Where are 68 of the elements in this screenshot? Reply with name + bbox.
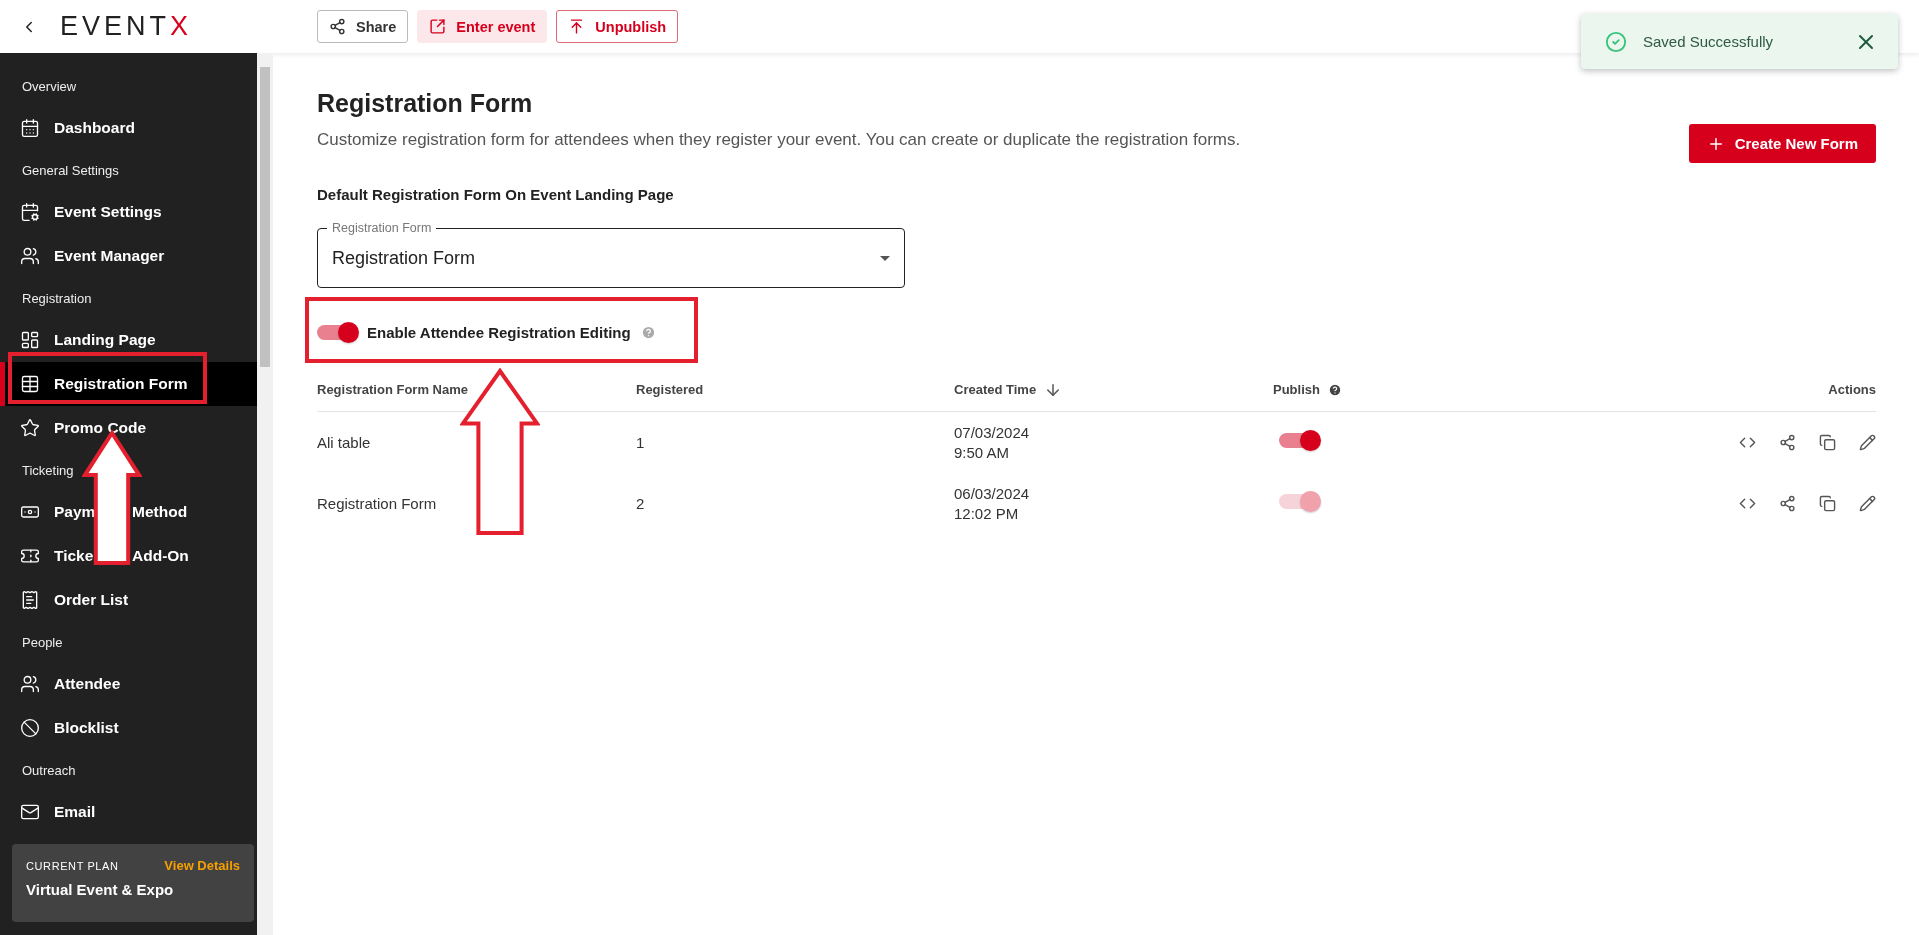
toggle-label: Enable Attendee Registration Editing — [367, 323, 631, 341]
section-title: Overview — [21, 77, 78, 96]
table-cell-text: Ali table — [317, 434, 372, 451]
sidebar-item[interactable]: Registration Form — [0, 362, 257, 406]
sidebar-item[interactable]: Paym Method — [0, 490, 257, 534]
toggle-switch[interactable] — [317, 321, 357, 343]
share-button[interactable] — [1779, 434, 1796, 451]
table-cell-text: Registration Form — [317, 495, 438, 512]
share-icon — [329, 18, 346, 35]
column-header: Registration Form Name — [317, 382, 468, 397]
column-header: Publish — [1273, 382, 1320, 397]
copy-button[interactable] — [1819, 495, 1836, 512]
mail-icon — [20, 802, 40, 822]
page-description: Customize registration form for attendees when they register your event. You can create or duplicate the registration forms. — [317, 130, 1241, 150]
sidebar-item[interactable]: Landing Page — [0, 318, 257, 362]
view-details-link[interactable]: View Details — [164, 858, 240, 873]
share-button[interactable] — [1779, 495, 1796, 512]
blocked-icon — [20, 718, 40, 738]
publish-toggle[interactable] — [1279, 429, 1319, 452]
edit-button[interactable] — [1859, 495, 1876, 512]
sidebar-item[interactable]: Event Manager — [0, 234, 257, 278]
sidebar-item[interactable]: Ticke Add-On — [0, 534, 257, 578]
people-icon — [20, 674, 40, 694]
plan-name: Virtual Event & Expo — [26, 881, 175, 898]
calendar-gear-icon — [20, 202, 40, 222]
external-link-icon — [429, 18, 447, 35]
table-cell-text: 1 — [636, 434, 646, 451]
sidebar-item[interactable]: Attendee — [0, 662, 257, 706]
table-cell-text: 07/03/2024 — [954, 424, 1031, 441]
toast-message: Saved Successfully — [1643, 33, 1775, 50]
table-cell-text: 9:50 AM — [954, 444, 1011, 461]
sidebar-item[interactable]: Promo Code — [0, 406, 257, 450]
table-cell-text: 06/03/2024 — [954, 485, 1031, 502]
sidebar-item[interactable]: Blocklist — [0, 706, 257, 750]
check-icon — [1605, 30, 1627, 53]
section-heading: Default Registration Form On Event Landing Page — [317, 186, 675, 203]
sidebar-item[interactable]: Event Settings — [0, 190, 257, 234]
sidebar-item[interactable]: Dashboard — [0, 106, 257, 150]
toolbar-button[interactable]: Unpublish — [556, 10, 679, 43]
table-icon — [20, 374, 40, 394]
section-title: General Settings — [21, 161, 120, 180]
table-cell-text: 12:02 PM — [954, 505, 1020, 522]
page-title: Registration Form — [317, 89, 534, 118]
copy-button[interactable] — [1819, 434, 1836, 451]
plan-caption: CURRENT PLAN — [26, 859, 119, 872]
toolbar-button[interactable]: Enter event — [417, 10, 548, 43]
sidebar-item[interactable]: Email — [0, 790, 257, 834]
section-title: Outreach — [21, 761, 77, 780]
logo: EVENTX — [60, 11, 193, 42]
table-cell-text: 2 — [636, 495, 646, 512]
star-icon — [20, 418, 40, 438]
calendar-icon — [20, 118, 40, 138]
help-icon — [1327, 382, 1342, 397]
section-title: Ticketing — [21, 461, 75, 480]
column-header: Actions — [1828, 382, 1876, 397]
column-header: Created Time — [954, 382, 1037, 397]
caret-icon — [880, 255, 890, 261]
receipt-icon — [20, 590, 40, 610]
layout-icon — [20, 330, 40, 350]
help-icon — [640, 324, 656, 340]
section-title: Registration — [21, 289, 93, 308]
create-form-button[interactable]: Create New Form — [1688, 124, 1876, 163]
people-icon — [20, 246, 40, 266]
edit-button[interactable] — [1859, 434, 1876, 451]
column-header: Registered — [636, 382, 704, 397]
sidebar-item[interactable]: Order List — [0, 578, 257, 622]
toolbar-button[interactable]: Share — [317, 10, 409, 43]
section-title: People — [21, 633, 64, 652]
